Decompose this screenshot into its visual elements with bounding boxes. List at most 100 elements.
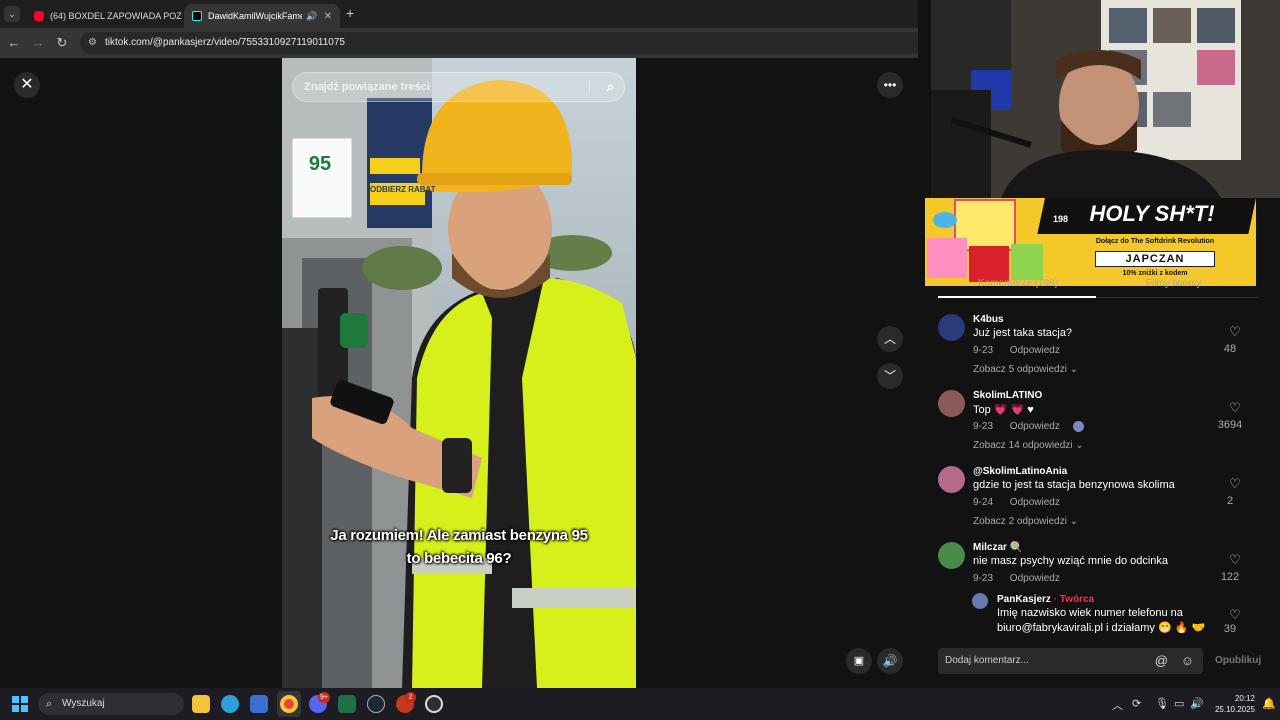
chevron-up-icon[interactable]: ︿ — [1112, 697, 1123, 713]
comment-meta: 9-23 Odpowiedz — [973, 421, 1084, 432]
back-icon[interactable]: ← — [6, 35, 22, 51]
webcam-illustration — [931, 0, 1280, 198]
system-clock[interactable]: 20:12 25.10.2025 — [1207, 693, 1255, 715]
comment-username[interactable]: K4bus — [973, 314, 1004, 325]
steam-icon[interactable] — [367, 695, 385, 713]
comment-date: 9-23 — [973, 345, 994, 356]
tiktok-page: ✕ Znajdź powiązane treści ⌕ 95 ODBIERZ R… — [0, 58, 946, 688]
view-replies-button[interactable]: Zobacz 14 odpowiedzi ⌄ — [973, 440, 1084, 451]
heart-icon[interactable]: ♡ — [1220, 552, 1250, 568]
windows-taskbar: ⌕ Wyszukaj 9+ 2 ︿ ⟳ 🎙 ▭ 🔊 20:12 25.10.20… — [0, 688, 1280, 720]
comments-tabs: Komentarze (198) Filmy twórcy — [938, 278, 1258, 298]
reload-icon[interactable]: ↻ — [54, 35, 70, 51]
active-tab-indicator — [938, 296, 1096, 298]
comment-username[interactable]: @SkolimLatinoAnia — [973, 466, 1067, 477]
volume-button[interactable]: 🔊 — [877, 648, 903, 674]
tiktok-icon — [192, 11, 202, 21]
subtitle-line: Ja rozumiem! Ale zamiast benzyna 95 — [330, 527, 588, 544]
comment-username[interactable]: SkolimLATINO — [973, 390, 1042, 401]
tab-comments[interactable]: Komentarze (198) — [978, 278, 1058, 289]
creator-badge: · Twórca — [1050, 594, 1095, 605]
reply-button[interactable]: Odpowiedz — [1010, 573, 1060, 584]
video-subtitle: Ja rozumiem! Ale zamiast benzyna 95 to b… — [282, 524, 636, 570]
comment-date: 9-23 — [973, 573, 994, 584]
avatar[interactable] — [938, 542, 965, 569]
notifications-icon[interactable]: 🔔 — [1262, 697, 1276, 710]
previous-video-button[interactable]: ︿ — [877, 326, 903, 352]
heart-icon[interactable]: ♡ — [1220, 607, 1250, 623]
heart-icon[interactable]: ♡ — [1220, 324, 1250, 340]
chrome-icon[interactable] — [280, 695, 298, 713]
reply-username[interactable]: PanKasjerz — [997, 594, 1051, 605]
tab-tiktok[interactable]: DawidKamilWujcikFameMma 🔊 ✕ — [184, 4, 340, 28]
store-icon[interactable] — [250, 695, 268, 713]
avatar[interactable] — [972, 593, 988, 609]
browser-tab-bar: ⌄ (64) BOXDEL ZAPOWIADA POZ ✕ DawidKamil… — [0, 0, 931, 28]
search-placeholder: Znajdź powiązane treści — [304, 81, 430, 93]
video-search-input[interactable]: Znajdź powiązane treści ⌕ — [292, 72, 625, 102]
close-video-button[interactable]: ✕ — [14, 72, 40, 98]
like-count: 48 — [1223, 343, 1237, 355]
speaker-icon: 🔊 — [306, 10, 318, 21]
like-count: 2 — [1226, 495, 1234, 507]
ad-discount: 10% zniżki z kodem — [1122, 270, 1188, 277]
speaker-icon[interactable]: 🔊 — [1190, 697, 1204, 710]
comment-meta: 9-24 Odpowiedz — [973, 497, 1060, 508]
taskbar-search[interactable]: ⌕ Wyszukaj — [38, 693, 184, 715]
sponsor-banner[interactable]: HOLY SH*T! 198 Dołącz do The Softdrink R… — [925, 198, 1256, 286]
comment-item: @SkolimLatinoAnia gdzie to jest ta stacj… — [938, 466, 1258, 536]
sync-icon[interactable]: ⟳ — [1132, 697, 1141, 710]
edge-icon[interactable] — [221, 695, 239, 713]
taskbar-search-label: Wyszukaj — [62, 698, 105, 709]
comment-username[interactable]: Milczar 🍭 — [973, 542, 1022, 553]
pump-sticker: ODBIERZ RABAT — [370, 185, 436, 194]
reply-item: PanKasjerz · Twórca Imię nazwisko wiek n… — [972, 593, 1258, 633]
comment-date: 9-23 — [973, 421, 994, 433]
reply-button[interactable]: Odpowiedz — [1010, 497, 1060, 508]
search-icon: ⌕ — [46, 698, 53, 710]
clock-date: 25.10.2025 — [1214, 705, 1255, 714]
address-toolbar: ← → ↻ ⚙ tiktok.com/@pankasjerz/video/755… — [0, 28, 931, 58]
heart-icon[interactable]: ♡ — [1220, 476, 1250, 492]
comment-text: Już jest taka stacja? — [973, 327, 1073, 339]
comment-placeholder: Dodaj komentarz... — [945, 655, 1029, 666]
tab-creator-videos[interactable]: Filmy twórcy — [1146, 278, 1202, 289]
video-player[interactable]: Znajdź powiązane treści ⌕ 95 ODBIERZ RAB… — [282, 58, 636, 688]
avatar[interactable] — [938, 314, 965, 341]
publish-button[interactable]: Opublikuj — [1215, 655, 1261, 666]
avatar[interactable] — [938, 466, 965, 493]
tab-list-dropdown-icon[interactable]: ⌄ — [4, 6, 20, 22]
reply-button[interactable]: Odpowiedz — [1010, 421, 1060, 432]
emoji-icon[interactable]: ☺ — [1181, 648, 1194, 674]
like-count: 3694 — [1217, 419, 1243, 431]
file-explorer-icon[interactable] — [192, 695, 210, 713]
new-tab-button[interactable]: + — [346, 5, 354, 21]
notification-badge: 2 — [405, 692, 416, 703]
tab-youtube[interactable]: (64) BOXDEL ZAPOWIADA POZ ✕ — [26, 4, 182, 28]
add-comment-input[interactable]: Dodaj komentarz... @ ☺ — [938, 648, 1203, 674]
reply-text-line: biuro@fabrykavirali.pl i działamy 😁 🔥 🤝 — [997, 622, 1206, 633]
microphone-icon[interactable]: 🎙 — [1155, 697, 1169, 710]
pump-sign-text: 95 — [308, 153, 332, 175]
heart-icon[interactable]: ♡ — [1220, 400, 1250, 416]
mention-icon[interactable]: @ — [1155, 648, 1168, 674]
more-options-icon[interactable]: ••• — [877, 72, 903, 98]
url-text: tiktok.com/@pankasjerz/video/75533109271… — [105, 37, 345, 48]
reply-button[interactable]: Odpowiedz — [1010, 345, 1060, 356]
search-icon[interactable]: ⌕ — [607, 73, 614, 101]
site-info-icon[interactable]: ⚙ — [88, 32, 97, 54]
network-icon[interactable]: ▭ — [1174, 697, 1184, 710]
next-video-button[interactable]: ﹀ — [877, 363, 903, 389]
tab-label: (64) BOXDEL ZAPOWIADA POZ — [50, 11, 182, 21]
pip-button[interactable]: ▣ — [846, 648, 872, 674]
avatar[interactable] — [938, 390, 965, 417]
windows-start-icon[interactable] — [12, 696, 28, 712]
excel-icon[interactable] — [338, 695, 356, 713]
view-replies-button[interactable]: Zobacz 5 odpowiedzi ⌄ — [973, 364, 1078, 375]
view-replies-button[interactable]: Zobacz 2 odpowiedzi ⌄ — [973, 516, 1078, 527]
pump-sign: 95 — [300, 144, 340, 184]
obs-icon[interactable] — [425, 695, 443, 713]
url-bar[interactable]: ⚙ tiktok.com/@pankasjerz/video/755331092… — [80, 32, 925, 54]
forward-icon[interactable]: → — [30, 35, 46, 51]
close-tab-icon[interactable]: ✕ — [318, 11, 332, 22]
